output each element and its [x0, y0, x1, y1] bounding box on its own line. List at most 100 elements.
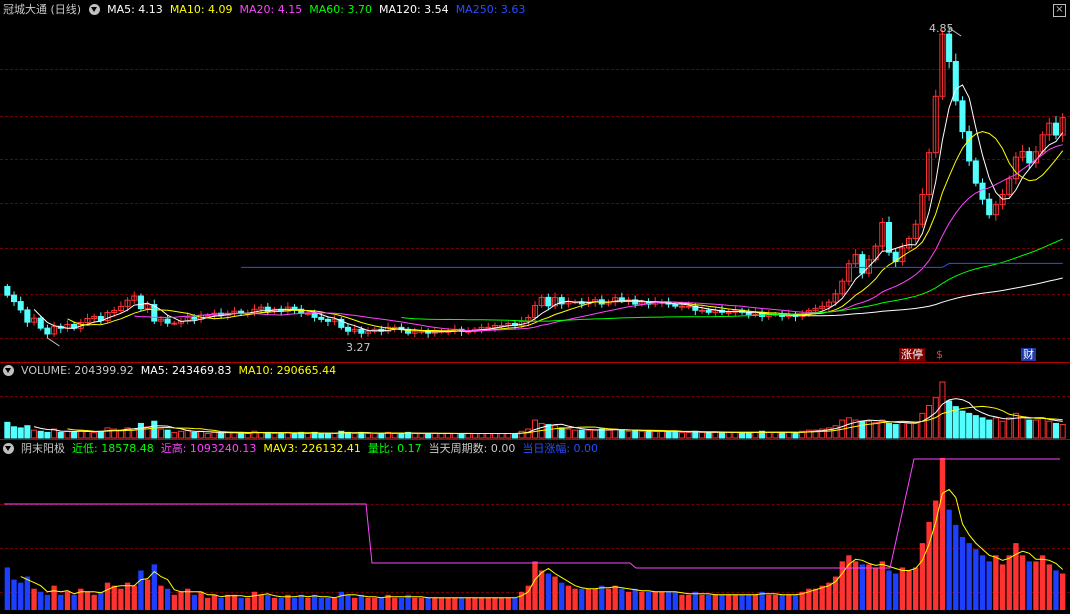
volume-bar — [605, 429, 612, 439]
candle-body — [24, 309, 31, 323]
candle-body — [171, 322, 178, 325]
volume-bar — [44, 431, 51, 439]
signal-bar — [118, 588, 124, 610]
signal-bar — [859, 564, 865, 610]
indicator-value: MA120: 3.54 — [378, 3, 449, 16]
volume-bar — [551, 425, 559, 439]
signal-bar — [699, 594, 705, 610]
signal-bar — [325, 597, 331, 610]
signal-bar — [632, 588, 638, 610]
signal-bar — [465, 597, 471, 610]
low-price-label: 3.27 — [346, 341, 371, 354]
volume-bar — [712, 431, 719, 439]
signal-bar — [258, 594, 264, 610]
volume-bar — [1039, 417, 1046, 439]
volume-bar — [638, 430, 645, 439]
volume-bar — [324, 433, 331, 439]
volume-bar — [151, 420, 158, 439]
signal-bar — [893, 573, 899, 610]
volume-bar — [1059, 424, 1066, 439]
volume-bar — [518, 430, 525, 439]
signal-bar — [205, 597, 211, 610]
volume-bar — [792, 431, 799, 439]
indicator-menu-icon[interactable] — [89, 4, 101, 15]
signal-bar — [131, 585, 137, 610]
signal-bar — [746, 594, 752, 610]
candle-body — [705, 309, 712, 313]
signal-bar — [792, 594, 799, 610]
volume-bar — [498, 433, 505, 439]
signal-bar — [1059, 573, 1066, 610]
volume-bar — [364, 433, 372, 439]
signal-bar — [545, 573, 552, 610]
signal-bar — [238, 597, 244, 610]
signal-bar — [225, 594, 231, 610]
volume-bar — [705, 431, 712, 439]
limit-up-tag[interactable]: 涨停 — [899, 348, 925, 361]
signal-bar — [11, 579, 17, 610]
signal-bar — [719, 594, 725, 610]
volume-bar — [511, 433, 519, 439]
volume-bar — [224, 431, 231, 439]
indicator-menu-icon[interactable] — [3, 443, 14, 454]
signal-bar — [599, 585, 605, 610]
signal-bar — [625, 591, 632, 610]
signal-bar — [432, 597, 438, 610]
signal-bar — [4, 567, 11, 610]
indicator-value: MA60: 3.70 — [309, 3, 372, 16]
signal-bar — [311, 594, 318, 610]
indicator-value: MA20: 4.15 — [239, 3, 303, 16]
indicator-value: 量比: 0.17 — [367, 442, 422, 455]
candle-body — [1026, 151, 1033, 164]
signal-bar — [345, 594, 351, 610]
volume-bar — [31, 429, 38, 439]
volume-bar — [505, 433, 512, 439]
signal-bar — [659, 591, 665, 610]
signal-bar — [138, 570, 144, 610]
signal-bar — [933, 500, 939, 610]
indicator-menu-icon[interactable] — [3, 365, 14, 376]
signal-bar — [779, 594, 785, 610]
signal-bar — [906, 570, 912, 610]
volume-bar — [565, 428, 572, 439]
candle-body — [966, 131, 973, 162]
signal-bar — [852, 561, 859, 610]
volume-bar — [652, 430, 659, 439]
volume-bar — [692, 430, 699, 439]
signal-bar — [1026, 561, 1032, 610]
candle-body — [10, 294, 18, 303]
indicator-value: MAV3: 226132.41 — [263, 442, 361, 455]
signal-bar — [979, 555, 986, 610]
volume-bar — [1006, 417, 1013, 439]
signal-bar — [452, 597, 458, 610]
signal-bar — [51, 585, 57, 610]
signal-bar — [946, 509, 952, 610]
volume-bar — [137, 422, 144, 439]
signal-bar — [265, 594, 271, 610]
close-icon[interactable]: × — [1053, 4, 1066, 17]
volume-bar — [966, 412, 973, 439]
volume-bar — [785, 431, 792, 439]
volume-bar — [338, 430, 345, 439]
candle-body — [418, 330, 425, 333]
signal-bar — [819, 585, 825, 610]
volume-bar — [211, 431, 218, 439]
volume-bar — [905, 422, 913, 439]
low-marker — [47, 337, 60, 347]
price-volume-chart[interactable] — [0, 0, 1070, 614]
volume-bar — [732, 431, 739, 439]
signal-bar — [1019, 555, 1026, 610]
volume-bar — [779, 431, 786, 439]
volume-bar — [986, 419, 993, 439]
signal-bar — [478, 597, 485, 610]
candle-body — [44, 327, 51, 335]
volume-bar — [84, 430, 91, 439]
indicator-value: MA250: 3.63 — [455, 3, 526, 16]
volume-bar — [471, 433, 478, 439]
signal-bar — [251, 591, 258, 610]
volume-bar — [585, 429, 592, 439]
dollar-tag[interactable]: $ — [934, 348, 945, 361]
finance-tag[interactable]: 财 — [1021, 348, 1036, 361]
signal-bar — [726, 594, 732, 610]
indicator-value: 近高: 1093240.13 — [160, 442, 257, 455]
